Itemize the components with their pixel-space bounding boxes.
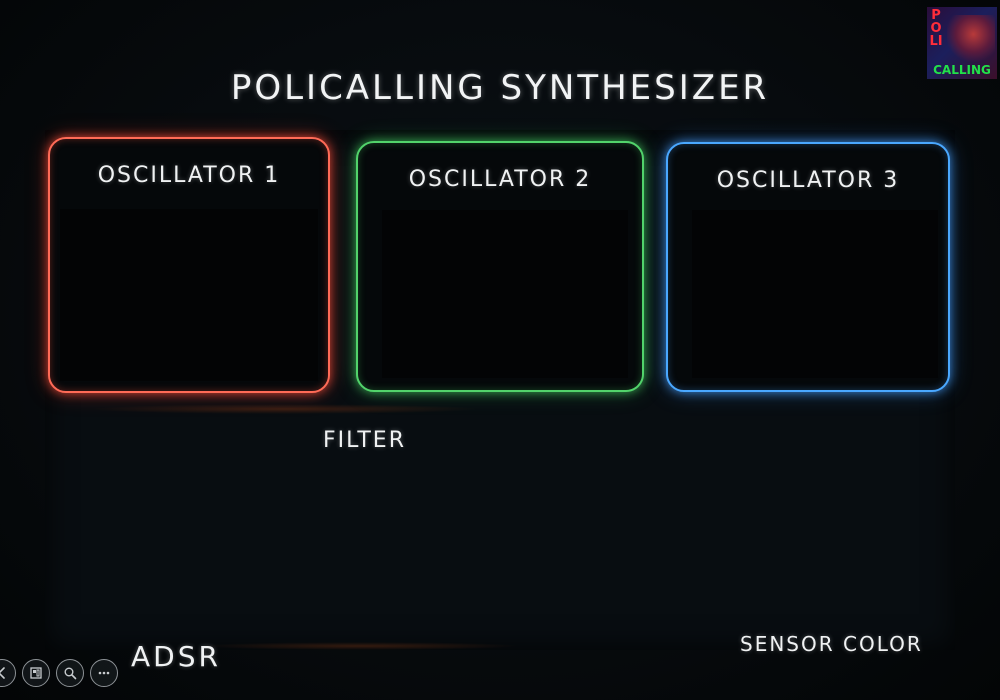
oscillator-3-display bbox=[692, 210, 938, 378]
slides-icon bbox=[30, 667, 42, 679]
sensor-color-label: SENSOR COLOR bbox=[740, 632, 923, 656]
oscillator-2-display bbox=[382, 210, 628, 378]
oscillator-2-panel[interactable]: OSCILLATOR 2 bbox=[356, 141, 644, 392]
oscillator-1-panel[interactable]: OSCILLATOR 1 bbox=[48, 137, 330, 393]
back-button[interactable] bbox=[0, 659, 16, 687]
presentation-toolbar bbox=[0, 656, 118, 690]
oscillator-3-label: OSCILLATOR 3 bbox=[716, 168, 900, 193]
logo-poli-text: POLI bbox=[929, 8, 943, 49]
oscillator-1-display bbox=[60, 209, 318, 381]
synth-stage: POLICALLING SYNTHESIZER OSCILLATOR 1 OSC… bbox=[0, 0, 1000, 700]
logo-figure bbox=[947, 15, 995, 63]
glow-divider bbox=[90, 404, 480, 414]
slides-button[interactable] bbox=[22, 659, 50, 687]
policalling-logo: POLI CALLING bbox=[927, 7, 997, 79]
oscillator-3-panel[interactable]: OSCILLATOR 3 bbox=[666, 142, 950, 392]
more-button[interactable] bbox=[90, 659, 118, 687]
zoom-icon bbox=[64, 667, 77, 680]
more-icon bbox=[98, 671, 110, 675]
back-icon bbox=[0, 667, 5, 679]
zoom-button[interactable] bbox=[56, 659, 84, 687]
filter-section-label: FILTER bbox=[323, 428, 406, 453]
glow-divider-bottom bbox=[200, 642, 520, 650]
oscillator-1-label: OSCILLATOR 1 bbox=[97, 163, 281, 188]
oscillator-2-label: OSCILLATOR 2 bbox=[408, 167, 592, 192]
adsr-section-label: ADSR bbox=[131, 640, 221, 673]
app-title: POLICALLING SYNTHESIZER bbox=[230, 68, 770, 108]
logo-calling-text: CALLING bbox=[933, 63, 991, 77]
